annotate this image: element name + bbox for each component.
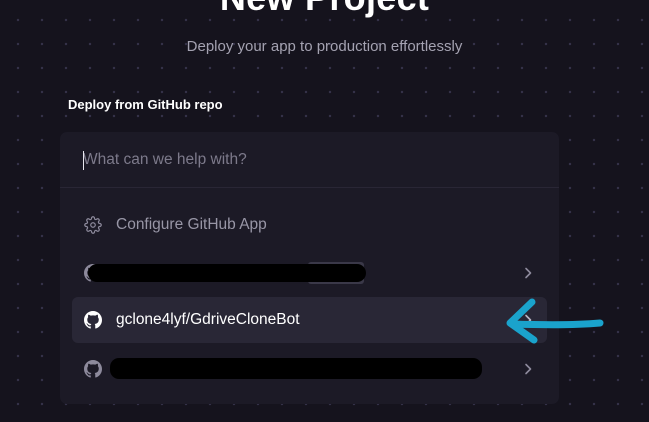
page-subtitle: Deploy your app to production effortless… xyxy=(186,38,463,55)
gear-icon xyxy=(84,216,102,234)
configure-github-app-item[interactable]: Configure GitHub App xyxy=(72,202,547,248)
chevron-right-icon xyxy=(525,363,532,375)
github-icon xyxy=(84,311,102,329)
repo-name-label: gclone4lyf/GdriveCloneBot xyxy=(116,311,300,328)
repo-picker-panel: Configure GitHub App gclone4lyf/GdriveCl… xyxy=(60,132,559,404)
repo-item[interactable] xyxy=(72,250,547,296)
redaction-mark xyxy=(110,358,482,379)
page-title: New Project xyxy=(0,0,649,16)
chevron-right-icon xyxy=(525,267,532,279)
text-caret xyxy=(83,151,84,170)
github-icon xyxy=(84,360,102,378)
annotation-arrow xyxy=(506,298,604,344)
configure-github-app-label: Configure GitHub App xyxy=(116,216,267,233)
deploy-section-label: Deploy from GitHub repo xyxy=(68,97,223,112)
repo-item[interactable] xyxy=(72,346,547,392)
repo-search xyxy=(60,132,559,188)
repo-search-input[interactable] xyxy=(83,149,523,171)
redaction-mark xyxy=(88,264,366,282)
repo-item-selected[interactable]: gclone4lyf/GdriveCloneBot xyxy=(72,297,547,343)
